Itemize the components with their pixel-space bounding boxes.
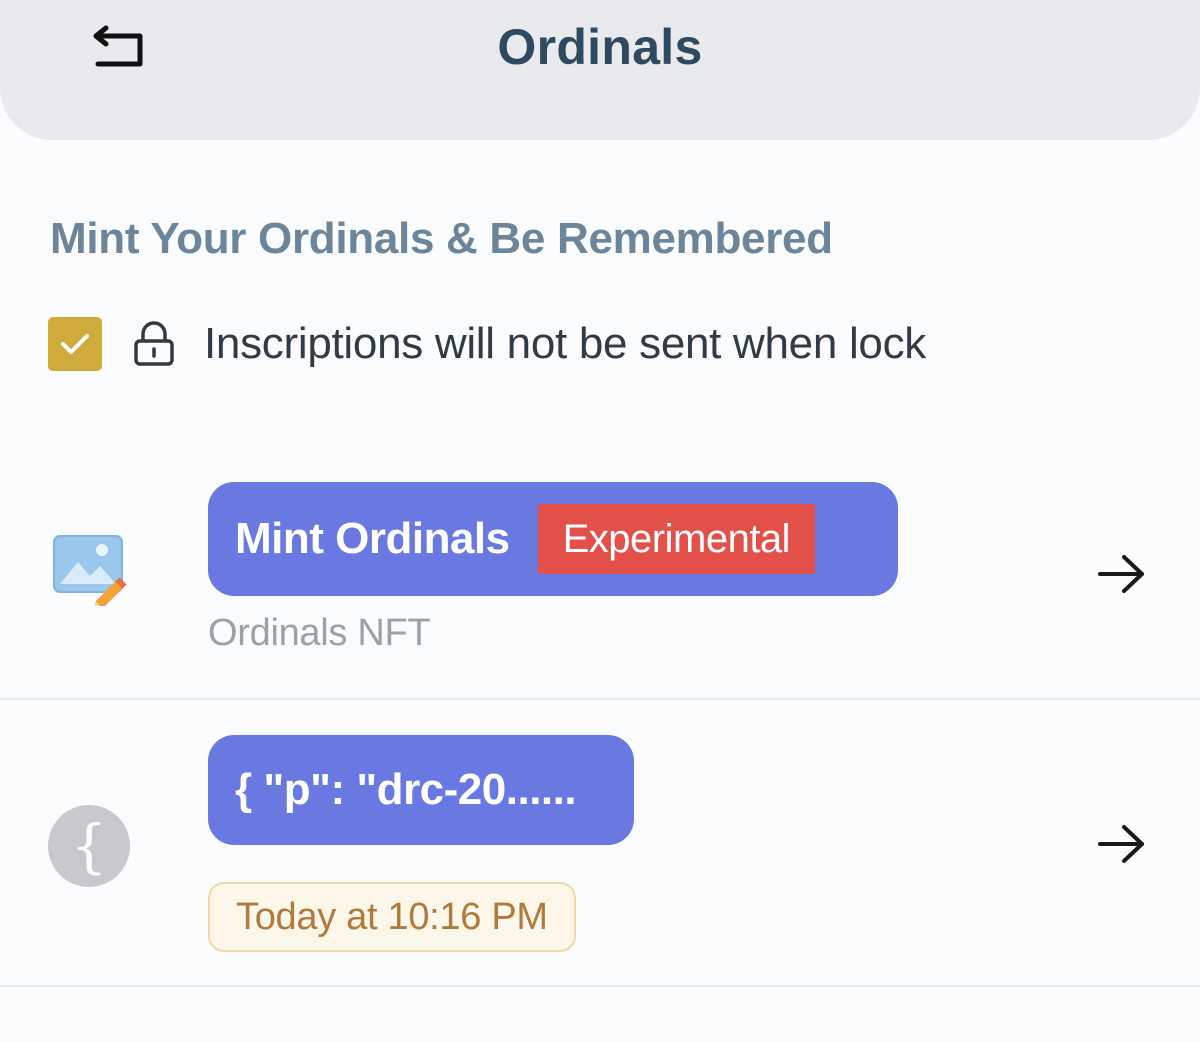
checkmark-icon: [61, 334, 89, 354]
lock-option-row: Inscriptions will not be sent when lock: [48, 314, 926, 374]
mint-ordinals-title: Mint Ordinals: [235, 514, 510, 563]
curly-brace-icon: {: [48, 805, 130, 887]
lock-option-label: Inscriptions will not be sent when lock: [204, 319, 926, 368]
page-title: Ordinals: [497, 19, 703, 75]
list-item-mint-ordinals[interactable]: Mint Ordinals Experimental Ordinals NFT: [0, 470, 1200, 700]
section-title: Mint Your Ordinals & Be Remembered: [50, 214, 833, 263]
timestamp-badge: Today at 10:16 PM: [208, 882, 576, 952]
arrow-right-icon[interactable]: [1096, 822, 1148, 866]
list-item-drc20-inscription[interactable]: { { "p": "drc-20...... Today at 10:16 PM: [0, 700, 1200, 987]
image-edit-icon: [53, 535, 127, 606]
inscription-title: { "p": "drc-20......: [235, 765, 577, 814]
experimental-badge: Experimental: [537, 504, 816, 574]
item-subtitle: Ordinals NFT: [208, 612, 431, 654]
lock-icon: [134, 321, 174, 366]
app-header: Ordinals: [0, 0, 1200, 140]
arrow-right-icon[interactable]: [1096, 552, 1148, 596]
inscription-pill: { "p": "drc-20......: [208, 735, 634, 845]
lock-checkbox[interactable]: [48, 317, 102, 371]
mint-ordinals-pill: Mint Ordinals Experimental: [208, 482, 898, 596]
